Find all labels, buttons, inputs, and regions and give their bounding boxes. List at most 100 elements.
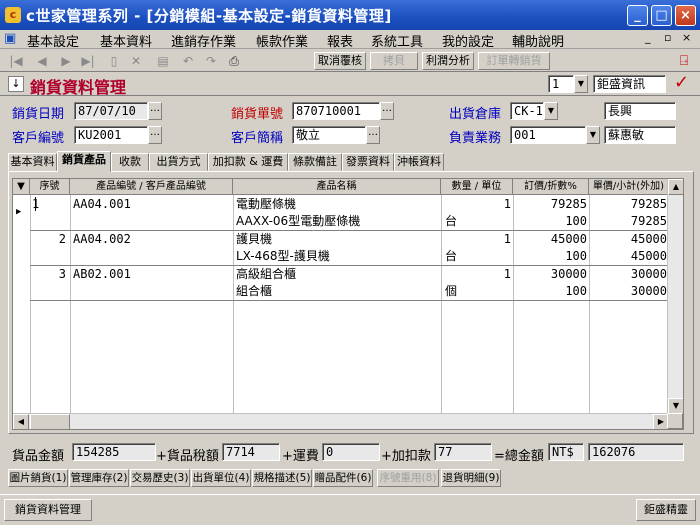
horizontal-scrollbar[interactable]: ◀ ▶ [13, 413, 669, 429]
collapse-arrow-icon[interactable]: ↓ [8, 76, 24, 92]
scroll-thumb[interactable] [30, 414, 70, 429]
delete-icon[interactable]: ✕ [128, 53, 144, 69]
row3-seq[interactable]: 3 [32, 266, 66, 283]
row1-line-subtotal[interactable]: 79285 [591, 213, 667, 230]
row2-seq[interactable]: 2 [32, 231, 66, 248]
header-qty-unit[interactable]: 數量 / 單位 [441, 179, 513, 195]
header-product-name[interactable]: 產品名稱 [233, 179, 441, 195]
menu-my-settings[interactable]: 我的設定 [442, 31, 494, 50]
exit-icon[interactable]: ⍈ [676, 53, 692, 69]
next-record-icon[interactable]: ▶ [58, 53, 74, 69]
row1-price[interactable]: 79285 [515, 196, 587, 213]
goods-tax-field[interactable]: 7714 [222, 443, 280, 461]
save-icon[interactable]: ▤ [155, 53, 171, 69]
row3-spec-name[interactable]: 組合櫃 [236, 283, 439, 300]
mdi-menu-icon[interactable]: ▣ [4, 31, 16, 46]
undo-icon[interactable]: ↶ [180, 53, 196, 69]
confirm-check-icon[interactable]: ✓ [674, 72, 689, 93]
row2-code[interactable]: AA04.002 [73, 231, 231, 248]
record-dropdown-arrow-icon[interactable]: ▼ [574, 75, 588, 93]
close-button[interactable]: × [675, 5, 696, 26]
header-price-discount[interactable]: 訂價/折數% [513, 179, 589, 195]
tab-sale-products[interactable]: 銷貨產品 [57, 151, 111, 172]
tab-invoice-data[interactable]: 發票資料 [342, 153, 394, 171]
image-sale-button[interactable]: 圖片銷貨(1) [8, 469, 68, 487]
order-to-sale-button[interactable]: 訂單轉銷貨 [478, 52, 550, 70]
header-unit-subtotal[interactable]: 單價/小計(外加) [589, 179, 669, 195]
profit-analysis-button[interactable]: 利潤分析 [422, 52, 474, 70]
minimize-button[interactable]: _ [627, 5, 648, 26]
menu-reports[interactable]: 報表 [327, 31, 353, 50]
customer-short-lookup-button[interactable]: … [366, 126, 380, 144]
assistant-button[interactable]: 鉅盛精靈 [636, 499, 696, 521]
customer-no-field[interactable]: KU2001 [74, 126, 148, 144]
copy-button[interactable]: 拷貝 [370, 52, 418, 70]
row3-code[interactable]: AB02.001 [73, 266, 231, 283]
menu-system-tools[interactable]: 系統工具 [371, 31, 423, 50]
gift-accessory-button[interactable]: 贈品配件(6) [313, 469, 373, 487]
child-restore-button[interactable]: ▫ [664, 31, 671, 44]
tab-offset-data[interactable]: 沖帳資料 [394, 153, 444, 171]
taskbar-item-sales-management[interactable]: 銷貨資料管理 [4, 499, 92, 521]
row1-spec-name[interactable]: AAXX-06型電動壓條機 [236, 213, 439, 230]
sales-rep-field[interactable]: 001 [510, 126, 586, 144]
customer-short-field[interactable]: 敬立 [292, 126, 366, 144]
last-record-icon[interactable]: ▶| [80, 53, 96, 69]
menu-account-ops[interactable]: 帳款作業 [256, 31, 308, 50]
scroll-down-icon[interactable]: ▼ [668, 398, 683, 414]
row2-qty[interactable]: 1 [443, 231, 511, 248]
row2-line-subtotal[interactable]: 45000 [591, 248, 667, 265]
warehouse-dropdown-arrow-icon[interactable]: ▼ [544, 102, 558, 120]
vertical-scrollbar[interactable]: ▲ ▼ [667, 179, 683, 414]
tab-terms-notes[interactable]: 條款備註 [288, 153, 342, 171]
row3-price[interactable]: 30000 [515, 266, 587, 283]
warehouse-field[interactable]: CK-1 [510, 102, 544, 120]
sale-no-field[interactable]: 870710001 [292, 102, 380, 120]
row1-unit[interactable]: 台 [445, 213, 511, 230]
scroll-left-icon[interactable]: ◀ [13, 414, 29, 429]
trade-history-button[interactable]: 交易歷史(3) [130, 469, 190, 487]
adjustment-field[interactable]: 77 [434, 443, 492, 461]
row2-discount[interactable]: 100 [515, 248, 587, 265]
child-minimize-button[interactable]: _ [645, 31, 651, 44]
child-close-button[interactable]: × [682, 31, 691, 44]
row2-spec-name[interactable]: LX-468型-護貝機 [236, 248, 439, 265]
row3-line-subtotal[interactable]: 30000 [591, 283, 667, 300]
cancel-review-button[interactable]: 取消覆核 [314, 52, 366, 70]
serial-reuse-button[interactable]: 序號重用(8) [377, 469, 439, 487]
tab-adjustments-freight[interactable]: 加扣款 & 運費 [208, 153, 288, 171]
redo-icon[interactable]: ↷ [203, 53, 219, 69]
freight-field[interactable]: 0 [322, 443, 380, 461]
header-seq[interactable]: 序號 [30, 179, 70, 195]
products-grid[interactable]: ▼ 序號 產品編號 / 客戶產品編號 產品名稱 數量 / 單位 訂價/折數% 單… [12, 178, 684, 430]
manage-stock-button[interactable]: 管理庫存(2) [69, 469, 129, 487]
record-number-field[interactable]: 1 [548, 75, 574, 93]
tab-shipping-method[interactable]: 出貨方式 [149, 153, 208, 171]
sales-rep-dropdown-arrow-icon[interactable]: ▼ [586, 126, 600, 144]
scroll-up-icon[interactable]: ▲ [668, 179, 683, 195]
sale-no-lookup-button[interactable]: … [380, 102, 394, 120]
row1-subtotal[interactable]: 79285 [591, 196, 667, 213]
maximize-button[interactable]: □ [651, 5, 672, 26]
first-record-icon[interactable]: |◀ [8, 53, 24, 69]
header-product-code[interactable]: 產品編號 / 客戶產品編號 [70, 179, 233, 195]
return-detail-button[interactable]: 退貨明細(9) [441, 469, 501, 487]
row1-code[interactable]: AA04.001 [73, 196, 231, 213]
tab-receipts[interactable]: 收款 [111, 153, 149, 171]
sale-date-lookup-button[interactable]: … [148, 102, 162, 120]
row3-name[interactable]: 高級組合櫃 [236, 266, 439, 283]
row3-unit[interactable]: 個 [445, 283, 511, 300]
menu-inventory-ops[interactable]: 進銷存作業 [171, 31, 236, 50]
spec-description-button[interactable]: 規格描述(5) [252, 469, 312, 487]
row2-subtotal[interactable]: 45000 [591, 231, 667, 248]
customer-lookup-button[interactable]: … [148, 126, 162, 144]
row3-subtotal[interactable]: 30000 [591, 266, 667, 283]
row2-name[interactable]: 護貝機 [236, 231, 439, 248]
row1-discount[interactable]: 100 [515, 213, 587, 230]
sale-date-field[interactable]: 87/07/10 [74, 102, 148, 120]
row1-name[interactable]: 電動壓條機 [236, 196, 439, 213]
row1-seq[interactable]: 1 [32, 196, 68, 213]
prev-record-icon[interactable]: ◀ [34, 53, 50, 69]
shipping-unit-button[interactable]: 出貨單位(4) [191, 469, 251, 487]
tab-basic-data[interactable]: 基本資料 [8, 153, 57, 171]
